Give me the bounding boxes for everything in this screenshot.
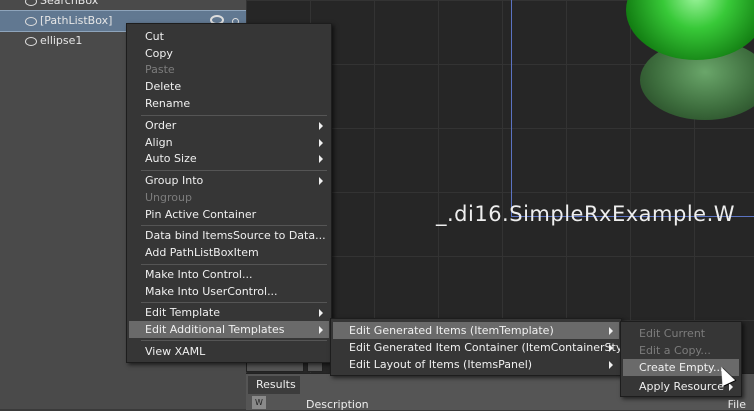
- warning-badge-icon: W: [252, 396, 266, 409]
- menu-item-edit-layout-of-items[interactable]: Edit Layout of Items (ItemsPanel): [333, 356, 619, 373]
- submenu-arrow-icon: [319, 326, 323, 334]
- file-column-header[interactable]: File: [728, 398, 746, 411]
- menu-item-ungroup: Ungroup: [145, 191, 192, 204]
- menu-item-edit-generated-items[interactable]: Edit Generated Items (ItemTemplate): [333, 322, 619, 339]
- menu-separator: [141, 115, 327, 116]
- menu-item-label: Auto Size: [145, 152, 197, 165]
- submenu-arrow-icon: [609, 344, 613, 352]
- menu-item-label: Apply Resource: [639, 380, 724, 393]
- menu-item-edit-additional-templates[interactable]: Edit Additional Templates: [129, 321, 329, 338]
- menu-item-rename[interactable]: Rename: [129, 95, 329, 112]
- description-column-header[interactable]: Description: [306, 398, 369, 411]
- menu-item-data-bind-itemssource[interactable]: Data bind ItemsSource to Data...: [129, 227, 329, 244]
- menu-separator: [141, 302, 327, 303]
- menu-item-label: Edit Additional Templates: [145, 323, 285, 336]
- menu-item-label: Edit Generated Item Container (ItemConta…: [349, 341, 637, 354]
- menu-separator: [141, 264, 327, 265]
- menu-item-label: Align: [145, 136, 173, 149]
- submenu-arrow-icon: [609, 327, 613, 335]
- menu-item-order[interactable]: Order: [129, 117, 329, 134]
- menu-item-group-into[interactable]: Group Into: [129, 172, 329, 189]
- submenu-arrow-icon: [609, 361, 613, 369]
- context-menu: Cut Copy Paste Delete Rename Order Align…: [126, 23, 332, 363]
- submenu-arrow-icon: [319, 155, 323, 163]
- menu-item-add-pathlistboxitem[interactable]: Add PathListBoxItem: [129, 244, 329, 261]
- menu-separator: [141, 225, 327, 226]
- submenu-arrow-icon: [319, 139, 323, 147]
- menu-item-auto-size[interactable]: Auto Size: [129, 150, 329, 167]
- menu-item-label: Edit Layout of Items (ItemsPanel): [349, 358, 533, 371]
- menu-item-edit-generated-item-container[interactable]: Edit Generated Item Container (ItemConta…: [333, 339, 636, 356]
- menu-item-pin-active-container[interactable]: Pin Active Container: [129, 206, 329, 223]
- submenu-arrow-icon: [319, 309, 323, 317]
- submenu-arrow-icon: [319, 177, 323, 185]
- menu-item-edit-current: Edit Current: [639, 327, 706, 340]
- menu-item-label: Group Into: [145, 174, 204, 187]
- element-icon: [25, 17, 37, 26]
- submenu-arrow-icon: [319, 122, 323, 130]
- ellipse-icon: [25, 37, 37, 46]
- menu-item-copy[interactable]: Copy: [129, 45, 329, 62]
- submenu-arrow-icon: [729, 383, 733, 391]
- menu-item-label: Edit Generated Items (ItemTemplate): [349, 324, 554, 337]
- menu-separator: [141, 170, 327, 171]
- artboard-title: _.di16.SimpleRxExample.W: [436, 202, 736, 226]
- artboard-frame: [511, 0, 754, 217]
- menu-item-view-xaml[interactable]: View XAML: [129, 343, 329, 360]
- menu-item-make-into-control[interactable]: Make Into Control...: [129, 266, 329, 283]
- additional-templates-submenu: Edit Generated Items (ItemTemplate) Edit…: [330, 318, 636, 376]
- tree-item-label: [PathListBox]: [40, 14, 113, 27]
- menu-item-delete[interactable]: Delete: [129, 78, 329, 95]
- menu-item-label: Edit Template: [145, 306, 220, 319]
- menu-separator: [141, 340, 327, 341]
- menu-item-edit-a-copy: Edit a Copy...: [639, 344, 711, 357]
- item-template-submenu: Edit Current Edit a Copy... Create Empty…: [620, 321, 742, 397]
- menu-item-paste: Paste: [145, 63, 175, 76]
- results-tab[interactable]: Results: [248, 376, 300, 394]
- element-icon: [25, 0, 37, 6]
- menu-item-make-into-usercontrol[interactable]: Make Into UserControl...: [129, 283, 329, 300]
- menu-item-cut[interactable]: Cut: [129, 28, 329, 45]
- tree-item-label: ellipse1: [40, 34, 83, 47]
- menu-item-align[interactable]: Align: [129, 134, 329, 151]
- menu-item-edit-template[interactable]: Edit Template: [129, 304, 329, 321]
- menu-item-label: Order: [145, 119, 177, 132]
